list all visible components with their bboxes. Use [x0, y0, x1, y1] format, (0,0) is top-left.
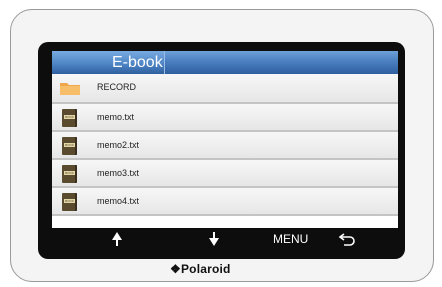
book-icon: BOOK: [62, 109, 77, 127]
page-title: E-book: [112, 54, 163, 71]
arrow-down-icon: [209, 232, 219, 246]
list-item-label: memo4.txt: [97, 196, 140, 206]
brand-logo: ❖Polaroid: [170, 262, 231, 276]
list-item-record[interactable]: RECORD: [52, 74, 398, 104]
book-icon: BOOK: [62, 193, 77, 211]
book-icon: BOOK: [62, 165, 77, 183]
screen: E-book RECORD BOOK memo.txt BOOK memo2.t…: [52, 51, 398, 249]
up-button[interactable]: [110, 228, 124, 250]
book-icon: BOOK: [62, 137, 77, 155]
list-item-label: memo.txt: [97, 112, 135, 122]
list-item-memo4[interactable]: BOOK memo4.txt: [52, 188, 398, 216]
list-item-label: memo3.txt: [97, 168, 140, 178]
list-item-label: RECORD: [97, 82, 137, 92]
title-bar: E-book: [52, 51, 398, 74]
polaroid-diamond-icon: ❖: [170, 262, 181, 276]
return-icon: [338, 233, 355, 246]
list-item-memo3[interactable]: BOOK memo3.txt: [52, 160, 398, 188]
brand-name: Polaroid: [180, 262, 231, 276]
down-button[interactable]: [207, 228, 221, 250]
list-item-memo2[interactable]: BOOK memo2.txt: [52, 132, 398, 160]
folder-icon: [60, 83, 80, 95]
list-item-memo[interactable]: BOOK memo.txt: [52, 104, 398, 132]
menu-button[interactable]: MENU: [273, 228, 313, 250]
file-list: RECORD BOOK memo.txt BOOK memo2.txt BOOK…: [52, 74, 398, 216]
arrow-up-icon: [112, 232, 122, 246]
bottom-toolbar: MENU: [52, 228, 398, 250]
list-item-label: memo2.txt: [97, 140, 140, 150]
back-button[interactable]: [338, 228, 356, 250]
